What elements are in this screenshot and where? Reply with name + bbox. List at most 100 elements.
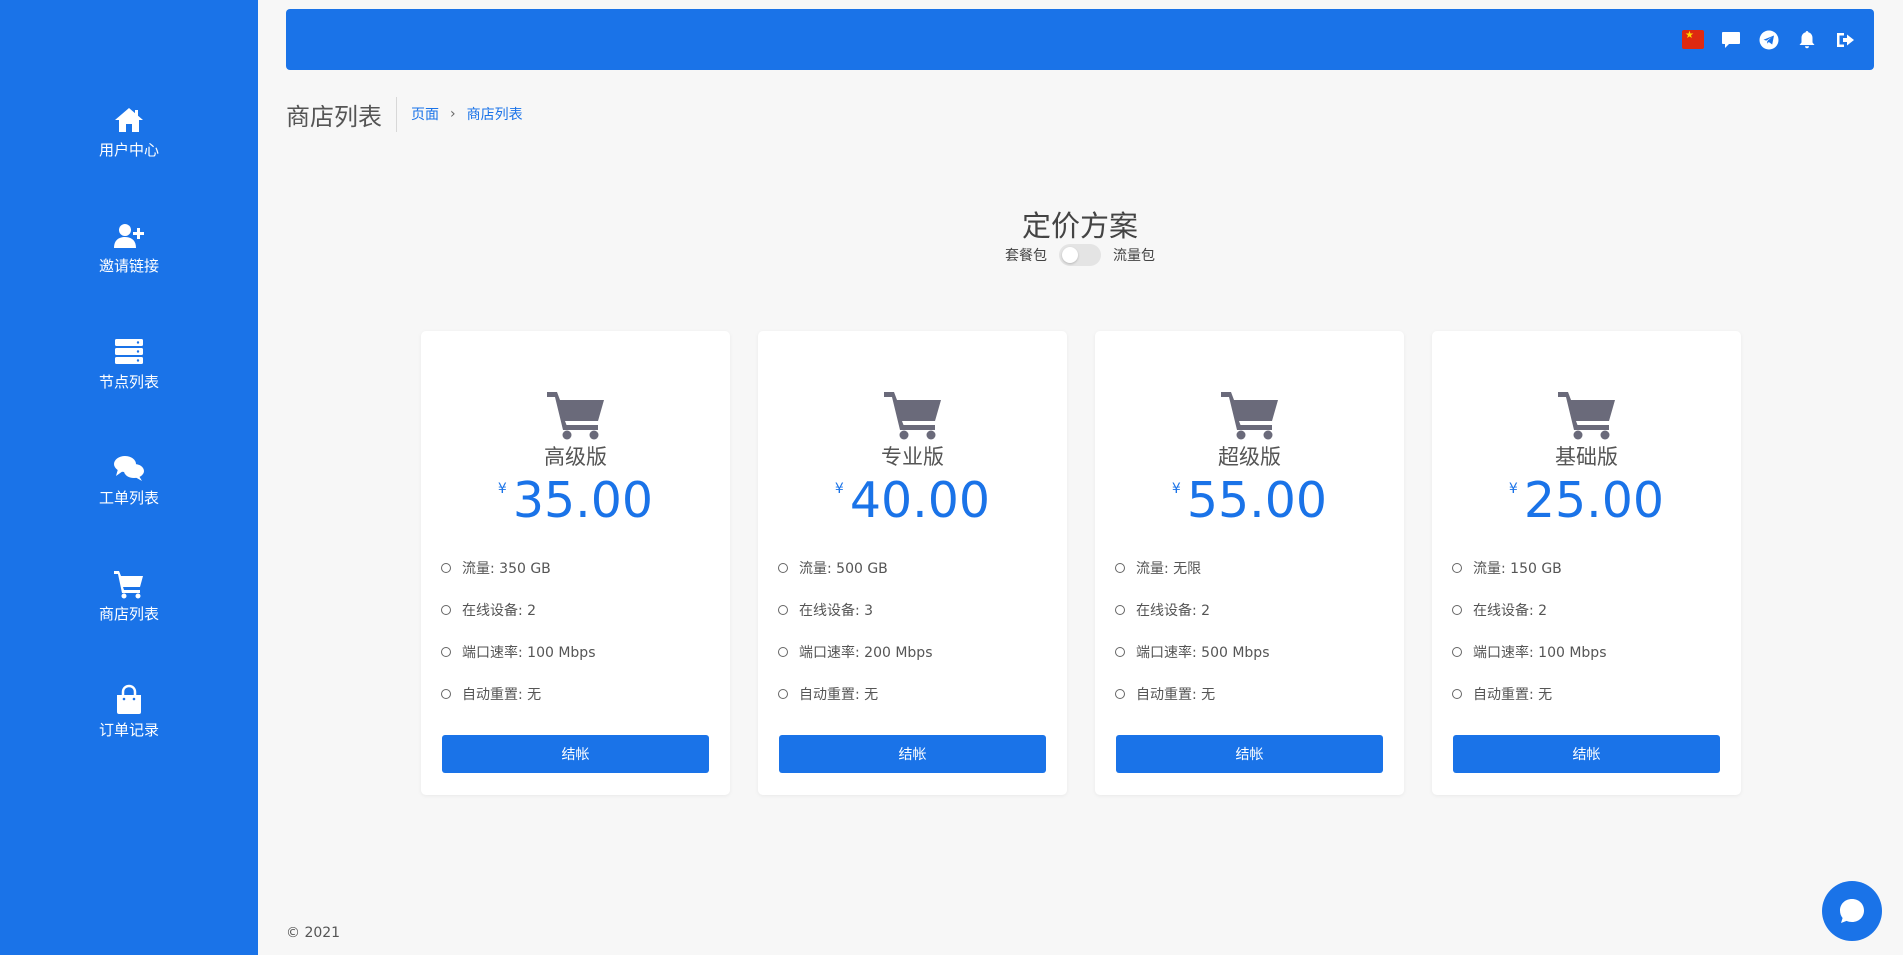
cart-icon: [1557, 392, 1615, 440]
currency-symbol: ¥: [834, 481, 844, 497]
feature-text: 端口速率: 500 Mbps: [1136, 645, 1270, 661]
checkout-button[interactable]: 结帐: [779, 735, 1046, 773]
breadcrumb: 页面 › 商店列表: [411, 104, 523, 124]
circle-icon: [1115, 605, 1125, 615]
circle-icon: [1115, 689, 1125, 699]
sidebar: 用户中心 邀请链接 节点列表 工单列表 商店列表 订单记录: [0, 0, 258, 955]
plan-type-toggle[interactable]: [1059, 244, 1101, 266]
feature-item: 流量: 500 GB: [778, 547, 933, 589]
plan-name: 高级版: [544, 445, 607, 469]
price-amount: 25.00: [1523, 472, 1665, 529]
pricing-title: 定价方案: [1021, 209, 1138, 243]
top-bar: [286, 9, 1874, 70]
circle-icon: [778, 689, 788, 699]
footer-copyright: © 2021: [286, 925, 341, 941]
feature-item: 在线设备: 2: [1115, 589, 1270, 631]
feature-item: 端口速率: 100 Mbps: [441, 631, 596, 673]
plan-name: 超级版: [1218, 445, 1281, 469]
bell-icon: [1799, 30, 1815, 48]
circle-icon: [778, 563, 788, 573]
feature-text: 端口速率: 100 Mbps: [462, 645, 596, 661]
notifications-button[interactable]: [1796, 29, 1818, 51]
feature-text: 流量: 500 GB: [799, 561, 888, 577]
language-button[interactable]: [1682, 29, 1704, 51]
plan-price: ¥ 55.00: [1095, 471, 1404, 531]
feature-item: 流量: 350 GB: [441, 547, 596, 589]
feature-item: 端口速率: 200 Mbps: [778, 631, 933, 673]
sidebar-item-ticket-list[interactable]: 工单列表: [0, 452, 258, 532]
message-icon: [1722, 31, 1740, 48]
feature-text: 端口速率: 100 Mbps: [1473, 645, 1607, 661]
feature-text: 在线设备: 2: [462, 603, 537, 619]
circle-icon: [441, 647, 451, 657]
telegram-icon: [1759, 30, 1779, 49]
circle-icon: [1452, 563, 1462, 573]
feature-item: 端口速率: 500 Mbps: [1115, 631, 1270, 673]
sidebar-item-label: 节点列表: [98, 373, 159, 391]
feature-text: 流量: 无限: [1136, 561, 1202, 577]
circle-icon: [778, 647, 788, 657]
sidebar-item-node-list[interactable]: 节点列表: [0, 336, 258, 416]
plan-cards: 高级版 ¥ 35.00 流量: 350 GB 在线设备: 2 端口速率: 100…: [421, 331, 1741, 795]
toggle-label-packages: 套餐包: [1005, 248, 1047, 264]
feature-item: 自动重置: 无: [1115, 673, 1270, 715]
sidebar-item-shop-list[interactable]: 商店列表: [0, 568, 258, 648]
cart-icon: [1220, 392, 1278, 440]
plan-type-toggle-row: 套餐包 流量包: [0, 244, 1903, 266]
feature-text: 自动重置: 无: [1136, 687, 1216, 703]
circle-icon: [778, 605, 788, 615]
comments-icon: [114, 456, 144, 481]
feature-item: 自动重置: 无: [778, 673, 933, 715]
feature-item: 端口速率: 100 Mbps: [1452, 631, 1607, 673]
top-bar-actions: [1682, 9, 1856, 70]
logout-icon: [1837, 32, 1854, 47]
circle-icon: [441, 689, 451, 699]
sidebar-item-order-records[interactable]: 订单记录: [0, 684, 258, 764]
checkout-button[interactable]: 结帐: [1453, 735, 1720, 773]
cart-icon: [114, 571, 143, 599]
currency-symbol: ¥: [1171, 481, 1181, 497]
plan-cart-wrapper: [1095, 389, 1404, 441]
logout-button[interactable]: [1834, 29, 1856, 51]
plan-card: 基础版 ¥ 25.00 流量: 150 GB 在线设备: 2 端口速率: 100…: [1432, 331, 1741, 795]
circle-icon: [1452, 689, 1462, 699]
plan-card: 高级版 ¥ 35.00 流量: 350 GB 在线设备: 2 端口速率: 100…: [421, 331, 730, 795]
plan-price: ¥ 25.00: [1432, 471, 1741, 531]
circle-icon: [441, 563, 451, 573]
sidebar-item-label: 工单列表: [98, 489, 159, 507]
feature-item: 流量: 150 GB: [1452, 547, 1607, 589]
live-chat-button[interactable]: [1822, 881, 1882, 941]
toggle-knob: [1062, 247, 1078, 263]
plan-card: 专业版 ¥ 40.00 流量: 500 GB 在线设备: 3 端口速率: 200…: [758, 331, 1067, 795]
feature-text: 在线设备: 3: [799, 603, 874, 619]
message-button[interactable]: [1720, 29, 1742, 51]
plan-cart-wrapper: [1432, 389, 1741, 441]
plan-name: 专业版: [881, 445, 944, 469]
breadcrumb-link-pages[interactable]: 页面: [411, 104, 439, 124]
page-title: 商店列表: [286, 96, 397, 132]
feature-text: 自动重置: 无: [462, 687, 542, 703]
feature-list: 流量: 500 GB 在线设备: 3 端口速率: 200 Mbps 自动重置: …: [778, 547, 933, 715]
checkout-button[interactable]: 结帐: [442, 735, 709, 773]
circle-icon: [1115, 647, 1125, 657]
sidebar-item-label: 商店列表: [98, 605, 159, 623]
checkout-button[interactable]: 结帐: [1116, 735, 1383, 773]
feature-text: 流量: 150 GB: [1473, 561, 1562, 577]
home-icon: [115, 108, 143, 132]
cart-icon: [883, 392, 941, 440]
feature-text: 在线设备: 2: [1473, 603, 1548, 619]
telegram-button[interactable]: [1758, 29, 1780, 51]
feature-item: 流量: 无限: [1115, 547, 1270, 589]
feature-text: 自动重置: 无: [1473, 687, 1553, 703]
sidebar-item-user-center[interactable]: 用户中心: [0, 104, 258, 184]
feature-text: 端口速率: 200 Mbps: [799, 645, 933, 661]
plan-cart-wrapper: [421, 389, 730, 441]
plan-name: 基础版: [1555, 445, 1618, 469]
feature-item: 在线设备: 2: [441, 589, 596, 631]
plan-cart-wrapper: [758, 389, 1067, 441]
plan-price: ¥ 35.00: [421, 471, 730, 531]
feature-text: 自动重置: 无: [799, 687, 879, 703]
chat-icon: [1840, 899, 1864, 923]
breadcrumb-current[interactable]: 商店列表: [467, 104, 523, 124]
feature-list: 流量: 无限 在线设备: 2 端口速率: 500 Mbps 自动重置: 无: [1115, 547, 1270, 715]
